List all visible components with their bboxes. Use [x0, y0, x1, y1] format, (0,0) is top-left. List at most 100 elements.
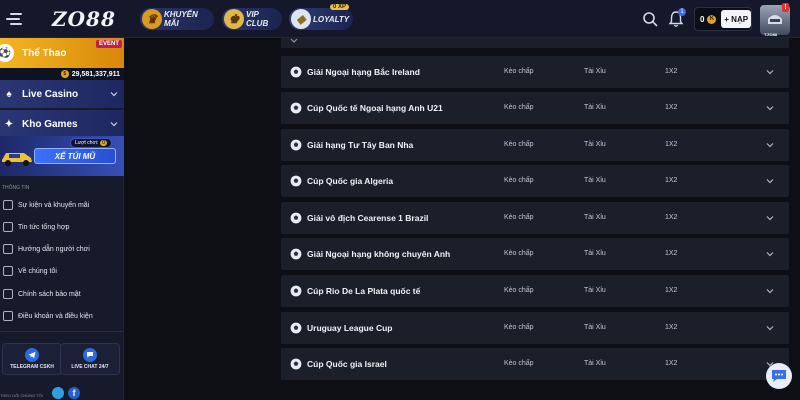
sidebar-item-label: Live Casino [22, 88, 79, 100]
sidebar-link-guide[interactable]: Hướng dẫn người chơi [0, 238, 124, 260]
handicap-column[interactable]: Kèo chấp [504, 177, 534, 184]
news-icon [3, 222, 13, 232]
promo-turns: Lượt chơi: 0 [70, 138, 113, 148]
league-name: Cúp Quốc tế Ngoại hạng Anh U21 [307, 103, 443, 113]
over-under-column[interactable]: Tài Xỉu [584, 250, 606, 257]
sidebar-item-games[interactable]: ✦ Kho Games [0, 110, 124, 138]
1x2-column[interactable]: 1X2 [665, 104, 677, 111]
table-row[interactable]: Cúp Quốc tế Ngoại hạng Anh U21 Kèo chấp Tà… [281, 92, 789, 124]
coin-icon: K [707, 14, 717, 24]
jackpot-counter: $ 29,581,337,911 [0, 68, 124, 80]
1x2-column[interactable]: 1X2 [665, 177, 677, 184]
chevron-down-icon[interactable] [766, 178, 774, 184]
chevron-down-icon[interactable] [766, 105, 774, 111]
shield-icon [3, 289, 13, 299]
table-row[interactable]: Giải hạng Tư Tây Ban Nha Kèo chấp Tài Xỉu 1… [281, 129, 789, 161]
live-chat-button[interactable]: LIVE CHAT 24/7 [60, 343, 120, 375]
1x2-column[interactable]: 1X2 [665, 287, 677, 294]
1x2-column[interactable]: 1X2 [665, 214, 677, 221]
handicap-column[interactable]: Kèo chấp [504, 104, 534, 111]
loyalty-button[interactable]: ◆ LOYALTY 0 XP [289, 4, 353, 30]
table-row[interactable]: Cúp Rio De La Plata quốc tế Kèo chấp Tài X… [281, 275, 789, 307]
over-under-column[interactable]: Tài Xỉu [584, 177, 606, 184]
1x2-column[interactable]: 1X2 [665, 324, 677, 331]
promo-play-button[interactable]: XẾ TÚI MŨ [34, 148, 116, 164]
soccer-ball-icon [290, 66, 302, 78]
over-under-column[interactable]: Tài Xỉu [584, 214, 606, 221]
vip-club-label: VIP CLUB [246, 10, 269, 28]
chat-support-fab[interactable] [766, 363, 792, 389]
league-name: Cúp Quốc gia Israel [307, 359, 387, 369]
chevron-icon [290, 38, 298, 43]
promo-banner[interactable]: Lượt chơi: 0 XẾ TÚI MŨ [0, 136, 124, 176]
table-row[interactable]: Giải vô địch Cearense 1 Brazil Kèo chấp Tà… [281, 202, 789, 234]
telegram-icon[interactable] [52, 387, 64, 399]
league-name: Cúp Rio De La Plata quốc tế [307, 286, 421, 296]
collapsed-row-edge[interactable] [281, 38, 789, 48]
sidebar-link-label: Chính sách bảo mật [18, 290, 81, 298]
1x2-column[interactable]: 1X2 [665, 360, 677, 367]
chat-bubble-icon [772, 370, 786, 382]
cards-icon: ♠ [6, 88, 12, 100]
over-under-column[interactable]: Tài Xỉu [584, 68, 606, 75]
over-under-column[interactable]: Tài Xỉu [584, 141, 606, 148]
sidebar-link-privacy[interactable]: Chính sách bảo mật [0, 283, 124, 305]
wallet-balance: 0 [700, 14, 705, 24]
chevron-down-icon[interactable] [766, 251, 774, 257]
table-row[interactable]: Giải Ngoại hạng không chuyên Anh Kèo chấp… [281, 238, 789, 270]
table-row[interactable]: Uruguay League Cup Kèo chấp Tài Xỉu 1X2 [281, 312, 789, 344]
handicap-column[interactable]: Kèo chấp [504, 141, 534, 148]
chevron-down-icon[interactable] [766, 325, 774, 331]
handicap-column[interactable]: Kèo chấp [504, 360, 534, 367]
search-icon[interactable] [642, 11, 658, 27]
live-chat-label: LIVE CHAT 24/7 [71, 364, 109, 370]
handicap-column[interactable]: Kèo chấp [504, 250, 534, 257]
sidebar-link-news[interactable]: Tin tức tổng hợp [0, 216, 124, 238]
sidebar-item-live-casino[interactable]: ♠ Live Casino [0, 80, 124, 108]
deposit-button[interactable]: + NẠP [721, 10, 751, 28]
facebook-icon[interactable]: f [68, 387, 80, 399]
league-name: Giải vô địch Cearense 1 Brazil [307, 213, 429, 223]
sidebar-item-sports[interactable]: ⚽ Thể Thao EVENT [0, 38, 124, 68]
sidebar-link-terms[interactable]: Điều khoản và điều kiện [0, 305, 124, 327]
hamburger-icon[interactable] [6, 8, 28, 30]
soccer-ball-icon [290, 102, 302, 114]
telegram-support-button[interactable]: TELEGRAM CSKH [2, 343, 62, 375]
over-under-column[interactable]: Tài Xỉu [584, 360, 606, 367]
coin-icon: $ [60, 70, 69, 78]
soccer-ball-icon [290, 285, 302, 297]
site-logo[interactable]: ZO88 [52, 7, 116, 31]
chevron-down-icon [110, 122, 118, 127]
sidebar-link-about[interactable]: Về chúng tôi [0, 260, 124, 282]
vip-club-button[interactable]: ♚ VIP CLUB [222, 8, 282, 30]
avatar-alert-badge: ! [782, 3, 789, 12]
soccer-ball-icon [290, 322, 302, 334]
gift-icon [3, 200, 13, 210]
sidebar-link-label: Điều khoản và điều kiện [18, 312, 93, 320]
table-row[interactable]: Giải Ngoại hạng Bắc Ireland Kèo chấp Tài X… [281, 56, 789, 88]
info-section-title: THÔNG TIN [2, 185, 30, 191]
table-row[interactable]: Cúp Quốc gia Algeria Kèo chấp Tài Xỉu 1X2 [281, 165, 789, 197]
handicap-column[interactable]: Kèo chấp [504, 68, 534, 75]
1x2-column[interactable]: 1X2 [665, 141, 677, 148]
chevron-down-icon[interactable] [766, 69, 774, 75]
over-under-column[interactable]: Tài Xỉu [584, 287, 606, 294]
jackpot-amount: 29,581,337,911 [71, 70, 120, 78]
sidebar-link-events[interactable]: Sự kiện và khuyến mãi [0, 194, 124, 216]
over-under-column[interactable]: Tài Xỉu [584, 324, 606, 331]
handicap-column[interactable]: Kèo chấp [504, 287, 534, 294]
chevron-down-icon[interactable] [766, 215, 774, 221]
handicap-column[interactable]: Kèo chấp [504, 214, 534, 221]
league-name: Cúp Quốc gia Algeria [307, 176, 394, 186]
chevron-down-icon[interactable] [766, 288, 774, 294]
over-under-column[interactable]: Tài Xỉu [584, 104, 606, 111]
handicap-column[interactable]: Kèo chấp [504, 324, 534, 331]
1x2-column[interactable]: 1X2 [665, 68, 677, 75]
soccer-ball-icon [290, 358, 302, 370]
promotions-button[interactable]: ♛ KHUYẾN MÃI [140, 8, 214, 30]
promo-turns-count: 0 [100, 140, 108, 146]
table-row[interactable]: Cúp Quốc gia Israel Kèo chấp Tài Xỉu 1X2 [281, 348, 789, 380]
chevron-down-icon[interactable] [766, 142, 774, 148]
crown-icon: ♚ [224, 9, 244, 29]
1x2-column[interactable]: 1X2 [665, 250, 677, 257]
